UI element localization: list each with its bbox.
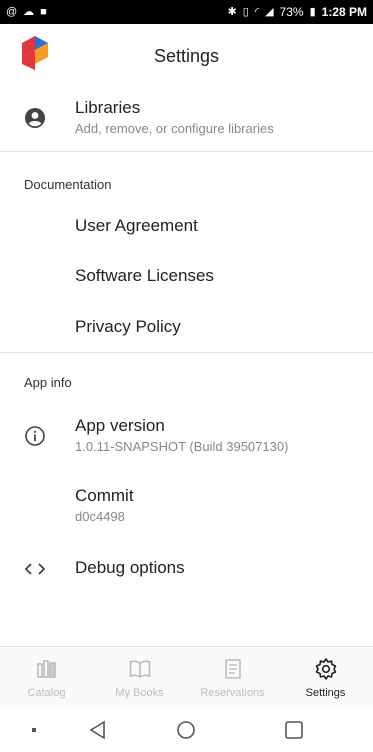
tab-catalog[interactable]: Catalog — [0, 647, 93, 709]
battery-percent: 73% — [279, 5, 304, 19]
reservations-icon — [225, 659, 241, 679]
system-nav-bar — [0, 708, 373, 752]
privacy-policy-item[interactable]: Privacy Policy — [0, 307, 373, 351]
back-icon[interactable] — [86, 718, 110, 742]
bluetooth-icon: ✱ — [227, 5, 237, 18]
divider — [0, 151, 373, 152]
app-bar: Settings — [0, 24, 373, 88]
app-version-title: App version — [75, 416, 165, 435]
home-icon[interactable] — [174, 718, 198, 742]
vibrate-icon: ▯ — [242, 5, 249, 18]
gear-icon — [315, 658, 337, 680]
clock: 1:28 PM — [321, 5, 367, 19]
status-right: ✱ ▯ ◜ ◢ 73% ▮ 1:28 PM — [228, 5, 367, 19]
user-agreement-label: User Agreement — [75, 216, 198, 235]
wifi-icon: ◜ — [254, 5, 260, 18]
section-title-app-info: App info — [24, 375, 72, 390]
debug-options-item[interactable]: Debug options — [0, 548, 373, 592]
recents-icon[interactable] — [282, 718, 306, 742]
lock-icon: ■ — [40, 5, 47, 18]
info-icon — [25, 426, 45, 446]
divider — [0, 352, 373, 353]
bottom-nav: Catalog My Books Reservations Settings — [0, 646, 373, 709]
app-version-item[interactable]: App version 1.0.11-SNAPSHOT (Build 39507… — [0, 406, 373, 466]
privacy-policy-label: Privacy Policy — [75, 317, 181, 336]
tab-my-books[interactable]: My Books — [93, 647, 186, 709]
debug-options-title: Debug options — [75, 558, 185, 577]
user-agreement-item[interactable]: User Agreement — [0, 206, 373, 250]
tab-reservations-label: Reservations — [200, 687, 265, 699]
status-bar: @ ☁ ■ ✱ ▯ ◜ ◢ 73% ▮ 1:28 PM — [0, 0, 373, 24]
libraries-item[interactable]: Libraries Add, remove, or configure libr… — [0, 88, 373, 150]
tab-settings-label: Settings — [305, 687, 346, 699]
signal-icon: ◢ — [265, 5, 274, 18]
page-title: Settings — [153, 46, 220, 66]
commit-item[interactable]: Commit d0c4498 — [0, 476, 373, 536]
cloud-icon: ☁ — [23, 5, 35, 18]
status-left: @ ☁ ■ — [6, 5, 47, 18]
libraries-subtitle: Add, remove, or configure libraries — [75, 121, 274, 136]
settings-list: Libraries Add, remove, or configure libr… — [0, 88, 373, 638]
section-title-documentation: Documentation — [24, 177, 112, 192]
software-licenses-label: Software Licenses — [75, 266, 214, 285]
commit-title: Commit — [75, 486, 134, 505]
tab-settings[interactable]: Settings — [279, 647, 372, 709]
tab-reservations[interactable]: Reservations — [186, 647, 279, 709]
book-icon — [129, 660, 151, 678]
battery-icon: ▮ — [309, 5, 316, 18]
tab-my-books-label: My Books — [115, 687, 164, 699]
software-licenses-item[interactable]: Software Licenses — [0, 256, 373, 300]
at-icon: @ — [6, 5, 18, 18]
catalog-icon — [37, 660, 56, 678]
code-icon — [24, 563, 46, 575]
dot-icon — [32, 728, 36, 732]
tab-catalog-label: Catalog — [27, 687, 66, 699]
app-version-value: 1.0.11-SNAPSHOT (Build 39507130) — [75, 439, 289, 454]
commit-value: d0c4498 — [75, 509, 125, 524]
libraries-title: Libraries — [75, 98, 141, 117]
account-circle-icon — [25, 108, 45, 128]
